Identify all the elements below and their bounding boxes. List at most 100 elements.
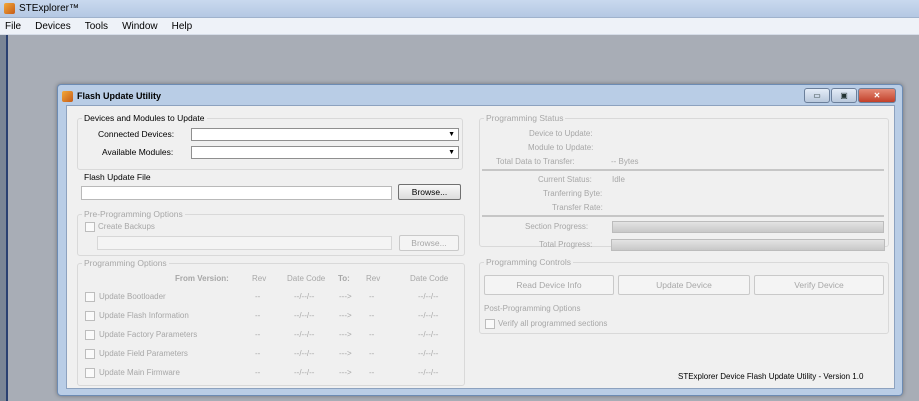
- maximize-button[interactable]: ▣: [831, 88, 857, 103]
- app-title: STExplorer™: [19, 3, 80, 14]
- table-cell: --/--/--: [418, 311, 439, 320]
- table-cell: --: [255, 368, 261, 377]
- total-data-value: -- Bytes: [611, 157, 639, 166]
- devices-group-title: Devices and Modules to Update: [82, 113, 207, 123]
- current-status-value: Idle: [612, 175, 625, 184]
- update-flash-info-label: Update Flash Information: [99, 311, 189, 320]
- update-main-firmware-checkbox[interactable]: [85, 368, 95, 378]
- close-button[interactable]: ✕: [858, 88, 896, 103]
- connected-devices-combo[interactable]: ▼: [191, 128, 459, 141]
- window-controls: ▭ ▣ ✕: [804, 88, 896, 103]
- menu-bar: File Devices Tools Window Help: [0, 18, 919, 35]
- transferring-byte-label: Tranferring Byte:: [543, 189, 603, 198]
- table-cell: --/--/--: [418, 349, 439, 358]
- programming-controls-title: Programming Controls: [484, 257, 574, 267]
- update-factory-params-checkbox[interactable]: [85, 330, 95, 340]
- table-cell: --: [255, 311, 261, 320]
- devices-group: Devices and Modules to Update Connected …: [77, 113, 463, 170]
- minimize-icon: ▭: [813, 91, 821, 100]
- dialog-title-bar: Flash Update Utility: [62, 88, 161, 104]
- chevron-down-icon: ▼: [448, 149, 455, 156]
- connected-devices-label: Connected Devices:: [98, 129, 175, 139]
- update-flash-info-checkbox[interactable]: [85, 311, 95, 321]
- programming-options-group: Programming Options From Version: Rev Da…: [77, 258, 465, 386]
- update-main-firmware-label: Update Main Firmware: [99, 368, 180, 377]
- total-data-label: Total Data to Transfer:: [496, 157, 575, 166]
- create-backups-label: Create Backups: [98, 222, 155, 231]
- table-cell: --: [369, 292, 375, 301]
- section-progress-label: Section Progress:: [525, 222, 589, 231]
- table-cell: --->: [339, 330, 352, 339]
- table-cell: --: [255, 292, 261, 301]
- table-cell: --/--/--: [294, 330, 315, 339]
- update-field-params-label: Update Field Parameters: [99, 349, 188, 358]
- version-footer: STExplorer Device Flash Update Utility -…: [678, 372, 864, 381]
- table-cell: --/--/--: [418, 292, 439, 301]
- backup-browse-button[interactable]: Browse...: [399, 235, 459, 251]
- table-cell: --/--/--: [294, 292, 315, 301]
- verify-device-button[interactable]: Verify Device: [754, 275, 884, 295]
- dialog-client-area: Devices and Modules to Update Connected …: [66, 105, 895, 389]
- date-code-header: Date Code: [287, 274, 326, 283]
- menu-window[interactable]: Window: [117, 21, 167, 32]
- update-bootloader-checkbox[interactable]: [85, 292, 95, 302]
- create-backups-checkbox[interactable]: [85, 222, 95, 232]
- menu-file[interactable]: File: [0, 21, 30, 32]
- programming-status-group: Programming Status Device to Update: Mod…: [479, 113, 889, 247]
- table-cell: --: [255, 330, 261, 339]
- available-modules-combo[interactable]: ▼: [191, 146, 459, 159]
- pre-programming-title: Pre-Programming Options: [82, 209, 185, 219]
- flash-file-browse-button[interactable]: Browse...: [398, 184, 461, 200]
- post-programming-title: Post-Programming Options: [484, 304, 581, 313]
- table-cell: --/--/--: [418, 368, 439, 377]
- close-icon: ✕: [873, 91, 881, 100]
- dialog-title: Flash Update Utility: [77, 91, 162, 101]
- read-device-info-button[interactable]: Read Device Info: [484, 275, 614, 295]
- flash-file-input[interactable]: [81, 186, 392, 200]
- flash-update-dialog: Flash Update Utility ▭ ▣ ✕ Devices and M…: [57, 84, 903, 396]
- table-cell: --->: [339, 349, 352, 358]
- programming-controls-group: Programming Controls Read Device Info Up…: [479, 257, 889, 334]
- chevron-down-icon: ▼: [448, 131, 455, 138]
- menu-tools[interactable]: Tools: [80, 21, 117, 32]
- table-cell: --/--/--: [294, 349, 315, 358]
- maximize-icon: ▣: [840, 91, 848, 100]
- menu-devices[interactable]: Devices: [30, 21, 80, 32]
- update-bootloader-label: Update Bootloader: [99, 292, 166, 301]
- table-cell: --: [369, 368, 375, 377]
- device-to-update-label: Device to Update:: [529, 129, 593, 138]
- from-version-header: From Version:: [175, 274, 229, 283]
- backup-path-input[interactable]: [97, 236, 392, 250]
- to-rev-header: Rev: [366, 274, 381, 283]
- menu-help[interactable]: Help: [167, 21, 202, 32]
- minimize-button[interactable]: ▭: [804, 88, 830, 103]
- module-to-update-label: Module to Update:: [528, 143, 594, 152]
- total-progress-bar: [611, 239, 885, 251]
- to-date-code-header: Date Code: [410, 274, 449, 283]
- verify-all-checkbox[interactable]: [485, 319, 495, 329]
- dialog-icon: [62, 90, 73, 102]
- table-cell: --->: [339, 292, 352, 301]
- table-cell: --: [369, 349, 375, 358]
- programming-options-title: Programming Options: [82, 258, 169, 268]
- app-icon: [4, 3, 15, 14]
- available-modules-label: Available Modules:: [102, 147, 174, 157]
- to-header: To:: [338, 274, 350, 283]
- programming-status-title: Programming Status: [484, 113, 566, 123]
- update-field-params-checkbox[interactable]: [85, 349, 95, 359]
- table-cell: --: [369, 330, 375, 339]
- table-cell: --: [255, 349, 261, 358]
- rev-header: Rev: [252, 274, 267, 283]
- transfer-rate-label: Transfer Rate:: [552, 203, 603, 212]
- update-factory-params-label: Update Factory Parameters: [99, 330, 198, 339]
- update-device-button[interactable]: Update Device: [618, 275, 750, 295]
- app-title-bar: STExplorer™: [0, 0, 919, 18]
- progress-divider: [482, 215, 884, 217]
- status-divider: [482, 169, 884, 171]
- flash-file-title: Flash Update File: [84, 172, 151, 182]
- table-cell: --/--/--: [418, 330, 439, 339]
- table-cell: --: [369, 311, 375, 320]
- table-cell: --/--/--: [294, 368, 315, 377]
- table-cell: --/--/--: [294, 311, 315, 320]
- verify-all-label: Verify all programmed sections: [498, 319, 608, 328]
